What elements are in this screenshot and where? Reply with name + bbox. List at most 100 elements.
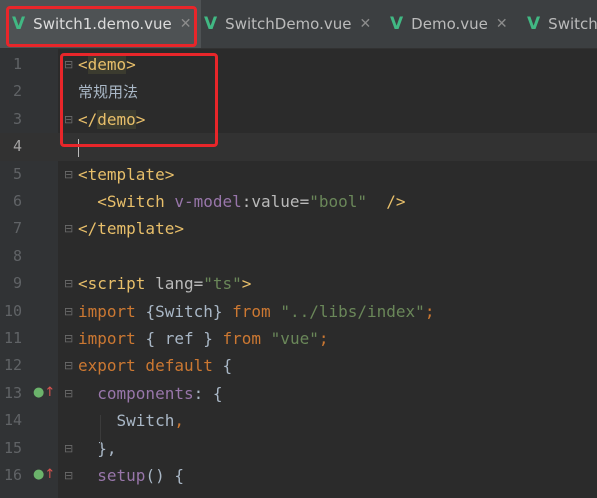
line-number: 5	[12, 164, 22, 183]
code-line[interactable]: 11 ⊟ import { ref } from "vue";	[0, 325, 597, 352]
code-text: },	[78, 435, 117, 462]
fold-marker-icon[interactable]: ⊟	[64, 161, 73, 188]
fold-marker-icon[interactable]: ⊟	[64, 462, 73, 489]
line-number: 16	[3, 466, 22, 484]
code-line[interactable]: 2 常规用法	[0, 78, 597, 105]
code-token: components	[97, 383, 194, 403]
code-token: : {	[193, 383, 223, 403]
tab-switch[interactable]: V Switch	[527, 0, 597, 48]
vue-file-icon: V	[390, 14, 404, 34]
code-token: ,	[174, 411, 184, 431]
implements-method-icon[interactable]: ●↑	[33, 385, 55, 400]
line-number: 6	[12, 192, 22, 210]
code-line[interactable]: 8	[0, 243, 597, 270]
code-token: "../libs/index"	[280, 301, 425, 321]
code-line[interactable]: 3 ⊟ </demo>	[0, 106, 597, 133]
code-line[interactable]: 4	[0, 133, 597, 161]
line-number: 14	[3, 411, 22, 430]
code-text: </demo>	[78, 106, 145, 133]
line-number: 11	[3, 329, 22, 347]
code-token: <template>	[78, 164, 175, 184]
code-token: lang=	[155, 274, 204, 294]
fold-marker-icon[interactable]: ⊟	[64, 298, 73, 325]
code-line[interactable]: 13 ●↑ ⊟ components: {	[0, 380, 597, 407]
code-line[interactable]: 6 <Switch v-model:value="bool" />	[0, 188, 597, 215]
editor-tab-bar: V Switch1.demo.vue ✕ V SwitchDemo.vue ✕ …	[0, 0, 597, 49]
line-number: 9	[12, 274, 22, 293]
indent-guide	[100, 415, 101, 445]
line-number: 3	[12, 109, 22, 128]
code-token: <script	[78, 274, 156, 294]
code-token: "vue"	[270, 329, 319, 348]
fold-marker-icon[interactable]: ⊟	[64, 270, 73, 297]
code-token: v-model	[174, 192, 242, 211]
code-token: />	[367, 192, 406, 211]
fold-marker-icon[interactable]: ⊟	[64, 380, 73, 407]
implements-method-icon[interactable]: ●↑	[33, 468, 55, 482]
code-line[interactable]: 7 ⊟ </template>	[0, 215, 597, 242]
line-number: 10	[3, 301, 22, 320]
code-text: components: {	[78, 380, 223, 407]
code-token: import	[78, 329, 146, 348]
code-line[interactable]: 5 ⊟ <template>	[0, 161, 597, 188]
code-line[interactable]: 15 ⊟ },	[0, 435, 597, 462]
code-line[interactable]: 10 ⊟ import {Switch} from "../libs/index";	[0, 298, 597, 325]
code-token: from	[222, 329, 271, 348]
fold-marker-icon[interactable]: ⊟	[64, 51, 73, 78]
code-line[interactable]: 14 Switch,	[0, 407, 597, 434]
line-number: 8	[12, 246, 22, 265]
tab-label: Switch	[548, 15, 597, 33]
code-token: :value=	[241, 192, 310, 211]
code-line[interactable]: 1 ⊟ <demo>	[0, 51, 597, 78]
code-text: import { ref } from "vue";	[78, 325, 328, 352]
code-text: setup() {	[78, 462, 184, 489]
code-token: 常规用法	[78, 83, 139, 102]
code-token: export default	[78, 356, 223, 376]
code-token: {	[222, 356, 233, 376]
tab-label: Switch1.demo.vue	[33, 15, 172, 33]
text-caret	[78, 138, 79, 157]
code-token: "bool"	[309, 192, 367, 211]
fold-marker-icon[interactable]: ⊟	[64, 215, 73, 242]
code-token: import	[78, 301, 146, 321]
line-number: 7	[12, 219, 22, 238]
line-number: 13	[3, 383, 22, 402]
code-token: demo	[87, 55, 127, 74]
code-token: () {	[145, 466, 184, 485]
code-line[interactable]: 9 ⊟ <script lang="ts">	[0, 270, 597, 297]
line-number: 12	[3, 356, 22, 375]
code-token: "ts"	[203, 274, 242, 294]
tab-label: SwitchDemo.vue	[225, 15, 352, 33]
code-token: demo	[97, 109, 136, 129]
tab-demo[interactable]: V Demo.vue ✕	[390, 0, 508, 48]
code-text: <Switch v-model:value="bool" />	[78, 188, 406, 215]
code-line[interactable]: 16 ●↑ ⊟ setup() {	[0, 462, 597, 489]
code-token: <Switch	[97, 192, 175, 211]
close-icon[interactable]: ✕	[496, 16, 508, 32]
fold-marker-icon[interactable]: ⊟	[64, 106, 73, 133]
tab-label: Demo.vue	[411, 15, 488, 33]
code-token: setup	[97, 466, 146, 485]
code-token: { ref }	[145, 329, 223, 348]
code-text: <template>	[78, 161, 174, 188]
close-icon[interactable]: ✕	[180, 16, 192, 32]
fold-marker-icon[interactable]: ⊟	[64, 352, 73, 379]
code-line[interactable]: 12 ⊟ export default {	[0, 352, 597, 379]
fold-marker-icon[interactable]: ⊟	[64, 325, 73, 352]
code-text: export default {	[78, 352, 232, 379]
vue-file-icon: V	[12, 14, 26, 34]
close-icon[interactable]: ✕	[359, 16, 371, 32]
code-text	[78, 133, 79, 160]
code-editor[interactable]: 1 ⊟ <demo> 2 常规用法 3 ⊟ </demo> 4 5 ⊟ <template> 6 <Sw…	[0, 49, 597, 498]
line-number: 2	[12, 82, 22, 101]
fold-marker-icon[interactable]: ⊟	[64, 435, 73, 462]
code-token: >	[126, 55, 136, 74]
code-text: <script lang="ts">	[78, 270, 251, 297]
tab-switch1-demo[interactable]: V Switch1.demo.vue ✕	[0, 0, 202, 48]
tab-switchdemo[interactable]: V SwitchDemo.vue ✕	[204, 0, 371, 48]
line-number: 15	[3, 438, 22, 457]
code-token: ;	[318, 329, 329, 348]
code-token: },	[78, 438, 117, 458]
